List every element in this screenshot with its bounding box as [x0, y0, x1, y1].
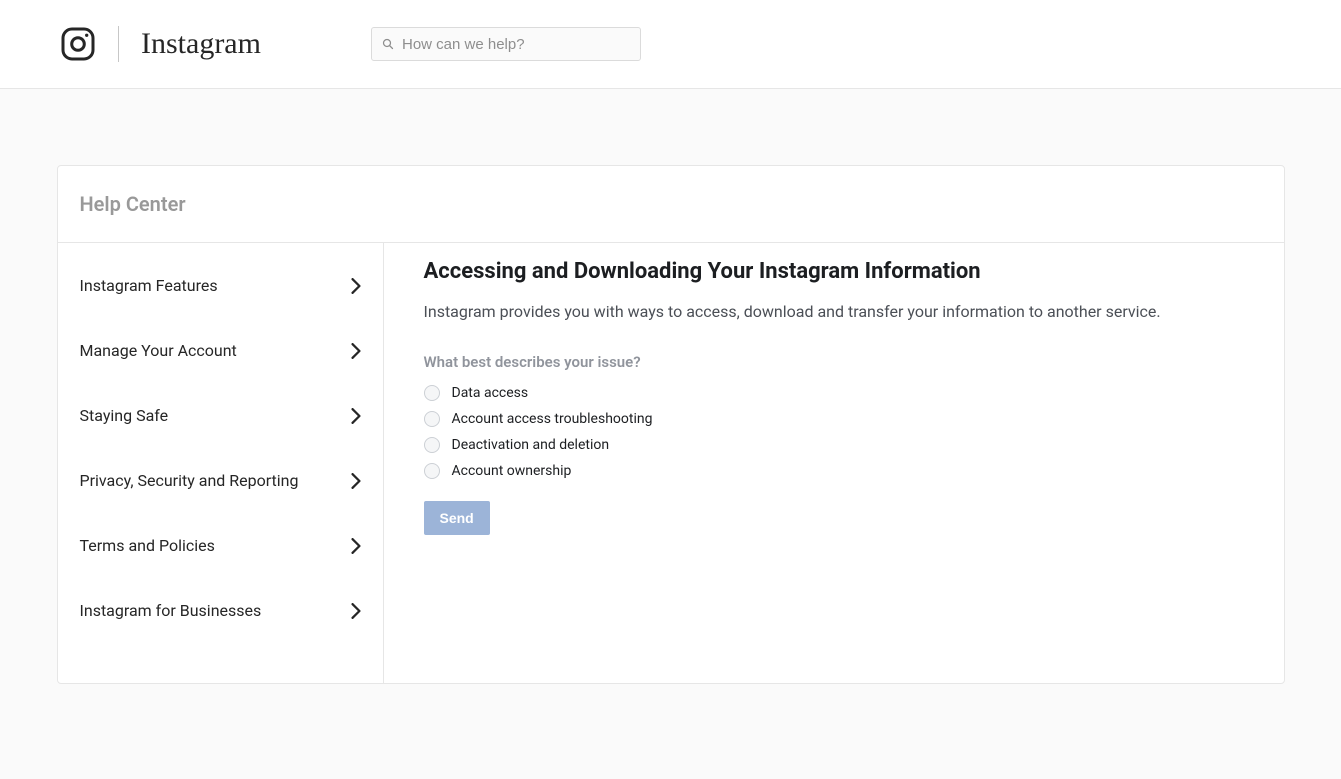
top-bar: Instagram [0, 0, 1341, 89]
issue-question: What best describes your issue? [424, 353, 1244, 371]
option-account-ownership[interactable]: Account ownership [424, 463, 1244, 479]
help-center-header: Help Center [58, 166, 1284, 243]
search-icon [382, 38, 394, 50]
option-label: Account ownership [452, 463, 572, 479]
logo-group[interactable]: Instagram [60, 21, 271, 67]
sidebar-item-label: Manage Your Account [80, 341, 237, 360]
radio-icon[interactable] [424, 463, 440, 479]
chevron-right-icon [351, 278, 361, 294]
chevron-right-icon [351, 538, 361, 554]
article-title: Accessing and Downloading Your Instagram… [424, 259, 1244, 284]
radio-icon[interactable] [424, 385, 440, 401]
search-box[interactable] [371, 27, 641, 61]
help-center-title: Help Center [80, 192, 1262, 216]
article-content: Accessing and Downloading Your Instagram… [384, 243, 1284, 683]
send-button[interactable]: Send [424, 501, 490, 535]
sidebar-item-staying-safe[interactable]: Staying Safe [58, 383, 383, 448]
option-label: Deactivation and deletion [452, 437, 610, 453]
option-account-access-troubleshooting[interactable]: Account access troubleshooting [424, 411, 1244, 427]
sidebar-item-label: Privacy, Security and Reporting [80, 471, 299, 490]
instagram-wordmark-icon: Instagram [141, 21, 271, 67]
article-lead: Instagram provides you with ways to acce… [424, 302, 1244, 321]
sidebar-item-label: Terms and Policies [80, 536, 215, 555]
logo-divider [118, 26, 119, 62]
sidebar-item-label: Instagram Features [80, 276, 218, 295]
instagram-glyph-icon [60, 26, 96, 62]
sidebar-item-features[interactable]: Instagram Features [58, 253, 383, 318]
sidebar-item-manage-account[interactable]: Manage Your Account [58, 318, 383, 383]
svg-text:Instagram: Instagram [141, 27, 261, 60]
radio-icon[interactable] [424, 411, 440, 427]
option-label: Data access [452, 385, 529, 401]
chevron-right-icon [351, 343, 361, 359]
sidebar-item-businesses[interactable]: Instagram for Businesses [58, 578, 383, 643]
search-input[interactable] [402, 36, 630, 53]
radio-icon[interactable] [424, 437, 440, 453]
sidebar-item-label: Instagram for Businesses [80, 601, 262, 620]
sidebar-nav: Instagram Features Manage Your Account S… [58, 243, 384, 683]
sidebar-item-label: Staying Safe [80, 406, 169, 425]
help-center-panel: Help Center Instagram Features Manage Yo… [57, 165, 1285, 684]
chevron-right-icon [351, 408, 361, 424]
sidebar-item-terms-policies[interactable]: Terms and Policies [58, 513, 383, 578]
sidebar-item-privacy-security[interactable]: Privacy, Security and Reporting [58, 448, 383, 513]
option-deactivation-deletion[interactable]: Deactivation and deletion [424, 437, 1244, 453]
chevron-right-icon [351, 473, 361, 489]
option-data-access[interactable]: Data access [424, 385, 1244, 401]
chevron-right-icon [351, 603, 361, 619]
option-label: Account access troubleshooting [452, 411, 653, 427]
